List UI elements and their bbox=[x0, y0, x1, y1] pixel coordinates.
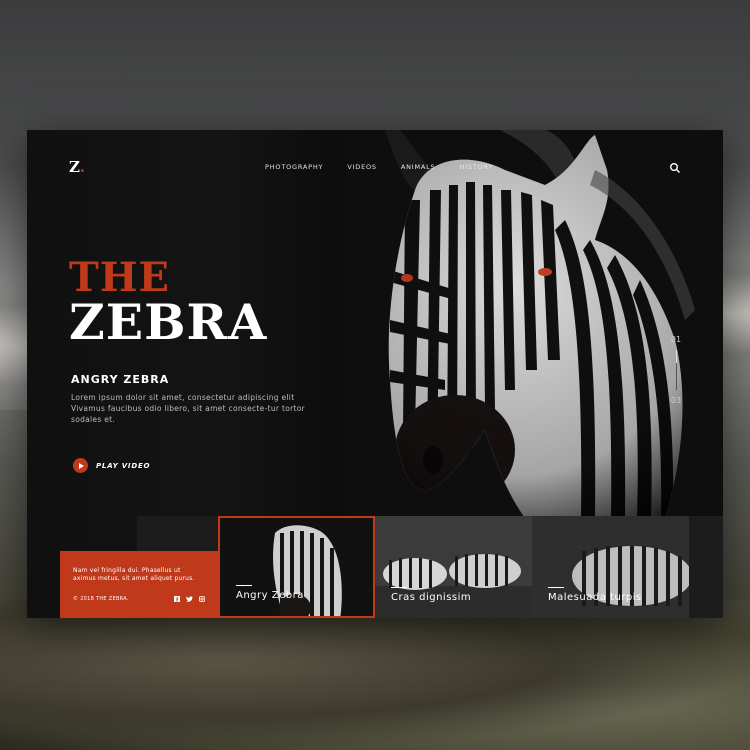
nav-animals[interactable]: ANIMALS bbox=[401, 163, 436, 171]
thumbnail-divider bbox=[236, 585, 252, 586]
pager-total: 03 bbox=[670, 396, 682, 405]
background-landscape bbox=[0, 600, 750, 750]
thumbnail-label: Malesuada turpis bbox=[548, 592, 642, 603]
logo-dot: . bbox=[79, 158, 85, 176]
facebook-icon[interactable] bbox=[174, 596, 180, 602]
main-nav: PHOTOGRAPHY VIDEOS ANIMALS HISTORY bbox=[265, 163, 493, 171]
slide-pager[interactable]: 01 03 bbox=[669, 335, 683, 405]
logo-letter: Z bbox=[69, 158, 80, 176]
thumbnail-cras-dignissim[interactable]: Cras dignissim bbox=[375, 516, 532, 618]
hero-subtitle: ANGRY ZEBRA bbox=[71, 373, 170, 386]
play-video-button[interactable]: PLAY VIDEO bbox=[73, 458, 150, 473]
pager-progress-fill bbox=[675, 350, 677, 364]
thumbnail-divider bbox=[391, 587, 407, 588]
copyright: © 2018 THE ZEBRA. bbox=[73, 596, 129, 602]
instagram-icon[interactable] bbox=[199, 596, 205, 602]
hero-title-main: ZEBRA bbox=[69, 293, 268, 351]
nav-history[interactable]: HISTORY bbox=[460, 163, 494, 171]
footer-text: Nam vel fringilla dui. Phasellus ut axim… bbox=[73, 567, 195, 582]
play-icon bbox=[73, 458, 88, 473]
thumbnail-label: Angry Zebra bbox=[236, 590, 304, 601]
footer-panel: Nam vel fringilla dui. Phasellus ut axim… bbox=[60, 551, 218, 618]
play-video-label: PLAY VIDEO bbox=[96, 461, 151, 470]
thumbnail-gallery: Angry Zebra Cras dignissim Malesuada tur… bbox=[218, 516, 723, 618]
pager-progress-bar bbox=[675, 350, 677, 390]
website-mockup: Z. PHOTOGRAPHY VIDEOS ANIMALS HISTORY TH… bbox=[27, 130, 723, 618]
nav-videos[interactable]: VIDEOS bbox=[347, 163, 377, 171]
social-links bbox=[174, 596, 205, 602]
nav-photography[interactable]: PHOTOGRAPHY bbox=[265, 163, 323, 171]
thumbnail-angry-zebra[interactable]: Angry Zebra bbox=[218, 516, 375, 618]
footer-bottom: © 2018 THE ZEBRA. bbox=[73, 596, 205, 602]
pager-current: 01 bbox=[670, 335, 682, 344]
logo[interactable]: Z. bbox=[69, 158, 85, 176]
hero-title-top: THE bbox=[69, 254, 171, 301]
thumbnail-divider bbox=[548, 587, 564, 588]
search-icon[interactable] bbox=[669, 162, 681, 174]
hero-description: Lorem ipsum dolor sit amet, consectetur … bbox=[71, 393, 305, 424]
thumbnail-malesuada-turpis[interactable]: Malesuada turpis bbox=[532, 516, 689, 618]
thumbnail-image bbox=[220, 518, 373, 616]
twitter-icon[interactable] bbox=[186, 596, 193, 602]
zebra-hero-image bbox=[345, 130, 723, 518]
thumbnail-label: Cras dignissim bbox=[391, 592, 472, 603]
